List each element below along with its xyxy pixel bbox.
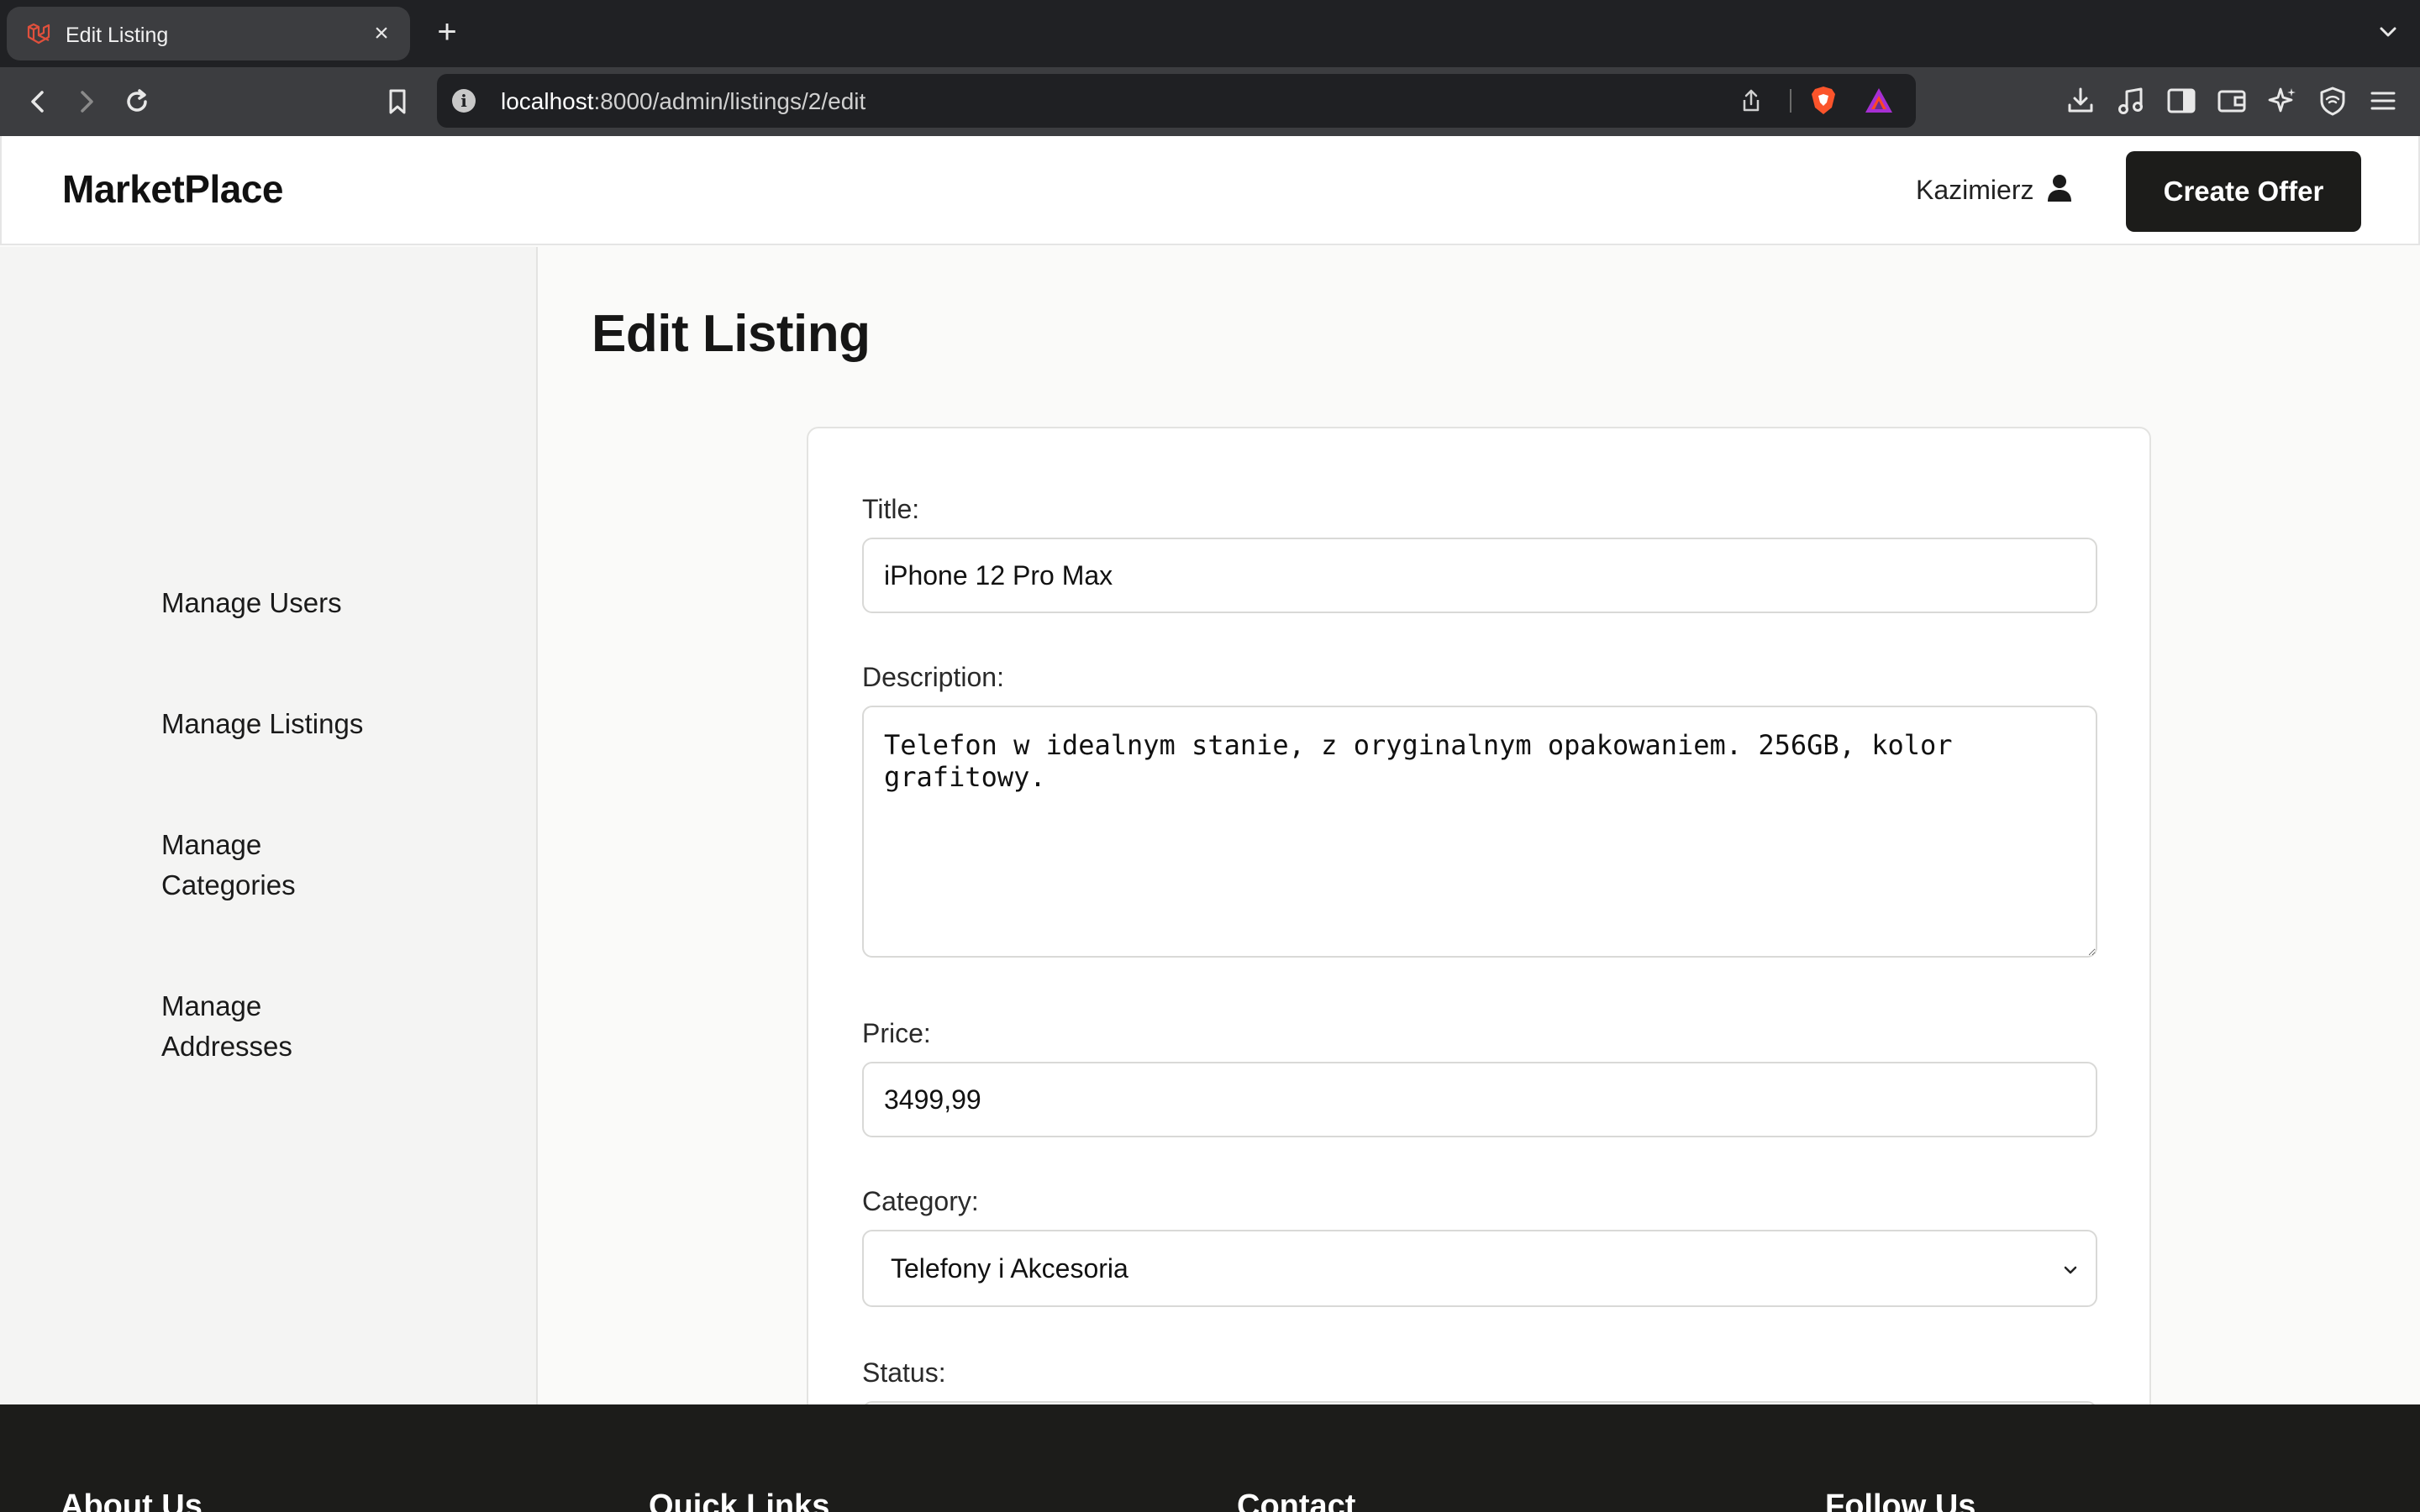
category-label: Category:: [862, 1186, 979, 1216]
music-icon[interactable]: [2114, 84, 2148, 118]
site-info-icon[interactable]: i: [452, 89, 476, 113]
main-content: Edit Listing Title: Description: Telefon…: [539, 247, 2420, 1512]
category-select[interactable]: Telefony i Akcesoria: [862, 1230, 2097, 1307]
sidebar-item-manage-categories[interactable]: Manage Categories: [161, 825, 329, 906]
footer-heading-quick-links: Quick Links: [649, 1488, 830, 1512]
chevron-down-icon[interactable]: [2375, 18, 2402, 45]
footer-heading-about: About Us: [60, 1488, 203, 1512]
tab-title: Edit Listing: [66, 24, 169, 47]
title-input[interactable]: [862, 538, 2097, 613]
title-label: Title:: [862, 494, 920, 524]
description-label: Description:: [862, 662, 1004, 692]
footer-heading-contact: Contact: [1237, 1488, 1356, 1512]
category-selected-value: Telefony i Akcesoria: [891, 1253, 1128, 1284]
site-footer: About Us Quick Links Contact Follow Us: [0, 1404, 2420, 1512]
share-icon[interactable]: [1736, 86, 1766, 116]
download-icon[interactable]: [2064, 84, 2097, 118]
edit-listing-form: Title: Description: Telefon w idealnym s…: [807, 427, 2151, 1512]
sidebar-item-manage-users[interactable]: Manage Users: [161, 583, 413, 623]
page-title: Edit Listing: [592, 305, 871, 363]
new-tab-button[interactable]: +: [432, 15, 462, 49]
leo-ai-icon[interactable]: [2265, 84, 2299, 118]
url-path: :8000/admin/listings/2/edit: [593, 88, 866, 114]
site-header: MarketPlace Kazimierz Create Offer: [0, 136, 2420, 245]
status-label: Status:: [862, 1357, 946, 1388]
url-host: localhost: [501, 88, 594, 114]
reload-icon[interactable]: [119, 84, 155, 119]
divider: [1790, 89, 1791, 113]
bookmark-icon[interactable]: [380, 84, 415, 119]
price-label: Price:: [862, 1018, 931, 1048]
back-icon[interactable]: [20, 84, 55, 119]
user-menu-link[interactable]: Kazimierz: [1916, 175, 2033, 206]
brand-logo[interactable]: MarketPlace: [62, 166, 284, 212]
menu-icon[interactable]: [2366, 84, 2400, 118]
vpn-shield-icon[interactable]: [2316, 84, 2349, 118]
url-text[interactable]: localhost:8000/admin/listings/2/edit: [501, 88, 865, 115]
close-icon[interactable]: ×: [368, 20, 395, 47]
browser-tab-active[interactable]: Edit Listing ×: [7, 7, 410, 60]
sidebar-item-manage-listings[interactable]: Manage Listings: [161, 704, 413, 744]
description-textarea[interactable]: Telefon w idealnym stanie, z oryginalnym…: [862, 706, 2097, 958]
browser-tab-bar: Edit Listing × +: [0, 0, 2420, 67]
user-icon[interactable]: [2045, 173, 2074, 203]
sidebar-item-manage-addresses[interactable]: Manage Addresses: [161, 986, 329, 1067]
rewards-icon[interactable]: [1862, 84, 1896, 118]
admin-sidebar: Manage Users Manage Listings Manage Cate…: [0, 247, 538, 1404]
address-bar[interactable]: i localhost:8000/admin/listings/2/edit: [437, 74, 1916, 128]
brave-shields-icon[interactable]: [1807, 84, 1840, 118]
wallet-icon[interactable]: [2215, 84, 2249, 118]
browser-toolbar: i localhost:8000/admin/listings/2/edit: [0, 67, 2420, 136]
price-input[interactable]: [862, 1062, 2097, 1137]
laravel-icon: [27, 23, 50, 45]
forward-icon[interactable]: [69, 84, 104, 119]
chevron-down-icon: [2064, 1266, 2077, 1274]
create-offer-button[interactable]: Create Offer: [2126, 151, 2361, 232]
sidebar-icon[interactable]: [2165, 84, 2198, 118]
footer-heading-follow: Follow Us: [1825, 1488, 1976, 1512]
